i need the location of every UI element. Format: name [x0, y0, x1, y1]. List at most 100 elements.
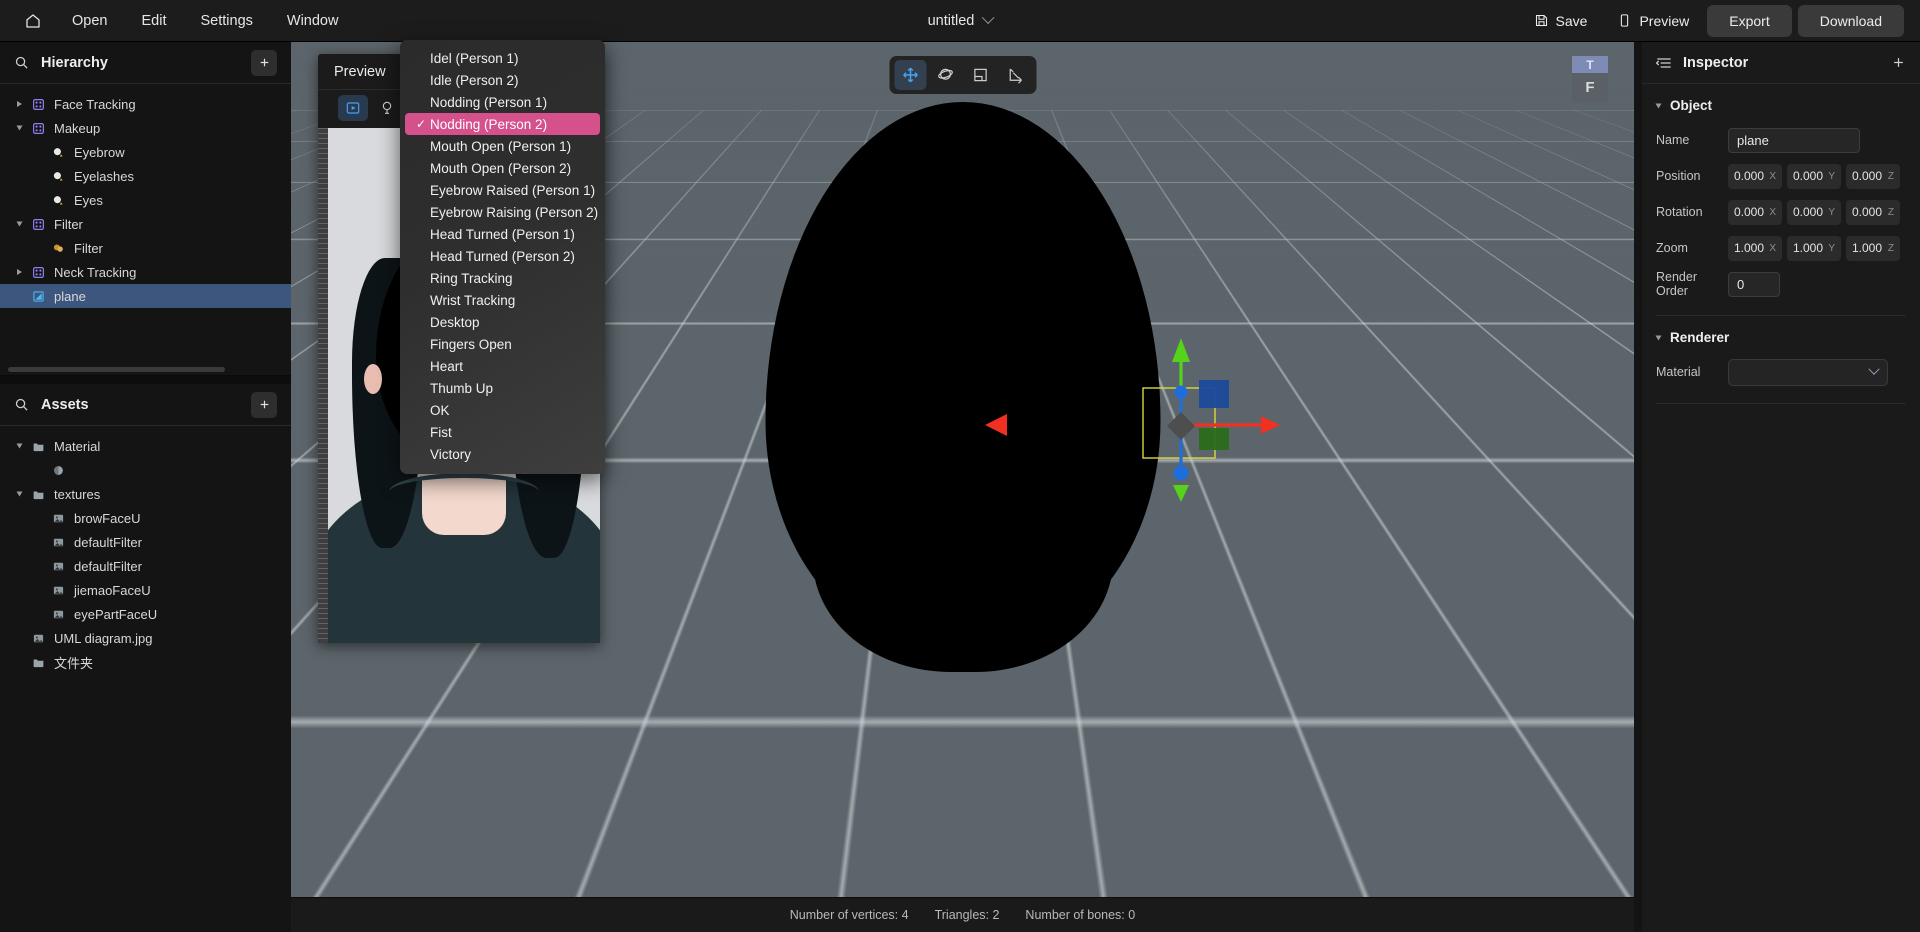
dropdown-item-mouth-open-person-2[interactable]: Mouth Open (Person 2) [405, 157, 600, 179]
gizmo-xy-plane-handle[interactable] [1199, 428, 1229, 450]
assets-title: Assets [41, 396, 89, 413]
gizmo-z-handle-bottom[interactable] [1173, 465, 1189, 481]
assets-item-[interactable]: 文件夹 [0, 650, 291, 674]
zoom-vector: 1.000 X 1.000 Y 1.000 Z [1728, 235, 1900, 261]
menu-edit[interactable]: Edit [129, 7, 178, 35]
position-y-field[interactable]: 0.000 Y [1787, 163, 1841, 189]
menu-open[interactable]: Open [60, 7, 119, 35]
dropdown-item-eyebrow-raised-person-1[interactable]: Eyebrow Raised (Person 1) [405, 179, 600, 201]
assets-item-jiemaofaceu[interactable]: jiemaoFaceU [0, 578, 291, 602]
dropdown-item-mouth-open-person-1[interactable]: Mouth Open (Person 1) [405, 135, 600, 157]
hierarchy-item-filter[interactable]: Filter [0, 236, 291, 260]
tool-pivot[interactable] [999, 60, 1031, 90]
preview-light-button[interactable] [372, 95, 402, 121]
position-x-field[interactable]: 0.000 X [1728, 163, 1782, 189]
menu-settings[interactable]: Settings [188, 7, 264, 35]
gizmo-center-handle[interactable] [1167, 412, 1195, 440]
zoom-x-field[interactable]: 1.000 X [1728, 235, 1782, 261]
object-name-input[interactable] [1728, 127, 1860, 153]
assets-item-uml-diagram-jpg[interactable]: UML diagram.jpg [0, 626, 291, 650]
hierarchy-item-makeup[interactable]: Makeup [0, 116, 291, 140]
dropdown-item-nodding-person-2[interactable]: ✓ Nodding (Person 2) [405, 113, 600, 135]
dropdown-item-nodding-person-1[interactable]: Nodding (Person 1) [405, 91, 600, 113]
tree-expander[interactable] [10, 221, 28, 227]
hierarchy-item-eyes[interactable]: Eyes [0, 188, 291, 212]
view-orientation-cube[interactable]: T F [1572, 56, 1608, 102]
tree-expander[interactable] [10, 269, 28, 275]
rotation-y-field[interactable]: 0.000 Y [1787, 199, 1841, 225]
rotation-x-field[interactable]: 0.000 X [1728, 199, 1782, 225]
document-title-dropdown[interactable]: untitled [918, 9, 1003, 33]
dropdown-item-eyebrow-raising-person-2[interactable]: Eyebrow Raising (Person 2) [405, 201, 600, 223]
search-icon[interactable] [14, 397, 29, 412]
view-cube-front-face[interactable]: F [1572, 73, 1608, 102]
render-order-label: Render Order [1656, 270, 1697, 298]
assets-item-browfaceu[interactable]: browFaceU [0, 506, 291, 530]
inspector-add-button[interactable] [1891, 55, 1906, 70]
dropdown-item-fingers-open[interactable]: Fingers Open [405, 333, 600, 355]
inspector-section-object[interactable]: Object [1642, 84, 1920, 119]
dropdown-item-heart[interactable]: Heart [405, 355, 600, 377]
hierarchy-item-neck-tracking[interactable]: Neck Tracking [0, 260, 291, 284]
dropdown-item-idle-person-2[interactable]: Idle (Person 2) [405, 69, 600, 91]
position-z-field[interactable]: 0.000 Z [1846, 163, 1900, 189]
gizmo-z-handle-top[interactable] [1174, 385, 1188, 399]
dropdown-item-ring-tracking[interactable]: Ring Tracking [405, 267, 600, 289]
assets-add-button[interactable] [251, 391, 277, 418]
preview-play-button[interactable] [338, 95, 368, 121]
hierarchy-item-eyelashes[interactable]: Eyelashes [0, 164, 291, 188]
rotation-z-value: 0.000 [1852, 205, 1883, 219]
animation-preset-dropdown-menu[interactable]: Idel (Person 1) Idle (Person 2) Nodding (P… [400, 40, 605, 474]
dropdown-item-fist[interactable]: Fist [405, 421, 600, 443]
hierarchy-item-face-tracking[interactable]: Face Tracking [0, 92, 291, 116]
inspector-section-renderer[interactable]: Renderer [1642, 316, 1920, 351]
preview-button[interactable]: Preview [1605, 6, 1701, 36]
gizmo-x-arrow[interactable] [1261, 416, 1280, 434]
assets-item-1[interactable] [0, 458, 291, 482]
assets-item-defaultfilter[interactable]: defaultFilter [0, 554, 291, 578]
tool-move[interactable] [894, 60, 926, 90]
material-select[interactable] [1728, 358, 1888, 386]
zoom-z-field[interactable]: 1.000 Z [1846, 235, 1900, 261]
dropdown-item-idel-person-1[interactable]: Idel (Person 1) [405, 47, 600, 69]
dropdown-item-head-turned-person-1[interactable]: Head Turned (Person 1) [405, 223, 600, 245]
gizmo-y-negative-arrow[interactable] [1173, 485, 1189, 502]
tree-expander[interactable] [10, 491, 28, 497]
panel-divider[interactable] [0, 376, 291, 384]
search-icon[interactable] [14, 55, 29, 70]
download-button[interactable]: Download [1797, 4, 1904, 37]
hierarchy-item-filter[interactable]: Filter [0, 212, 291, 236]
dropdown-item-desktop[interactable]: Desktop [405, 311, 600, 333]
assets-item-eyepartfaceu[interactable]: eyePartFaceU [0, 602, 291, 626]
save-button[interactable]: Save [1522, 6, 1600, 36]
hierarchy-item-plane[interactable]: plane [0, 284, 291, 308]
hierarchy-horizontal-scrollbar[interactable] [8, 367, 225, 372]
dropdown-item-victory[interactable]: Victory [405, 443, 600, 465]
dropdown-item-head-turned-person-2[interactable]: Head Turned (Person 2) [405, 245, 600, 267]
export-button[interactable]: Export [1707, 4, 1792, 37]
assets-item-material[interactable]: Material [0, 434, 291, 458]
assets-item-defaultfilter[interactable]: defaultFilter [0, 530, 291, 554]
dropdown-item-ok[interactable]: OK [405, 399, 600, 421]
view-cube-top-face[interactable]: T [1572, 56, 1608, 73]
tool-scale[interactable] [964, 60, 996, 90]
rotation-z-field[interactable]: 0.000 Z [1846, 199, 1900, 225]
chevron-down-icon [1868, 363, 1880, 375]
menu-window[interactable]: Window [275, 7, 351, 35]
tool-rotate[interactable] [929, 60, 961, 90]
gizmo-x-negative-arrow-group[interactable] [971, 330, 1171, 530]
tree-expander[interactable] [10, 125, 28, 131]
render-order-input[interactable] [1728, 271, 1780, 297]
tree-expander[interactable] [10, 443, 28, 449]
assets-item-textures[interactable]: textures [0, 482, 291, 506]
hierarchy-item-eyebrow[interactable]: Eyebrow [0, 140, 291, 164]
dropdown-item-wrist-tracking[interactable]: Wrist Tracking [405, 289, 600, 311]
dropdown-item-thumb-up[interactable]: Thumb Up [405, 377, 600, 399]
gizmo-xz-plane-handle[interactable] [1199, 380, 1229, 408]
tree-expander[interactable] [10, 101, 28, 107]
zoom-y-field[interactable]: 1.000 Y [1787, 235, 1841, 261]
home-button[interactable] [16, 4, 50, 38]
hierarchy-add-button[interactable] [251, 49, 277, 76]
gizmo-x-negative-arrow[interactable] [985, 414, 1007, 436]
gizmo-y-arrow[interactable] [1172, 338, 1190, 362]
